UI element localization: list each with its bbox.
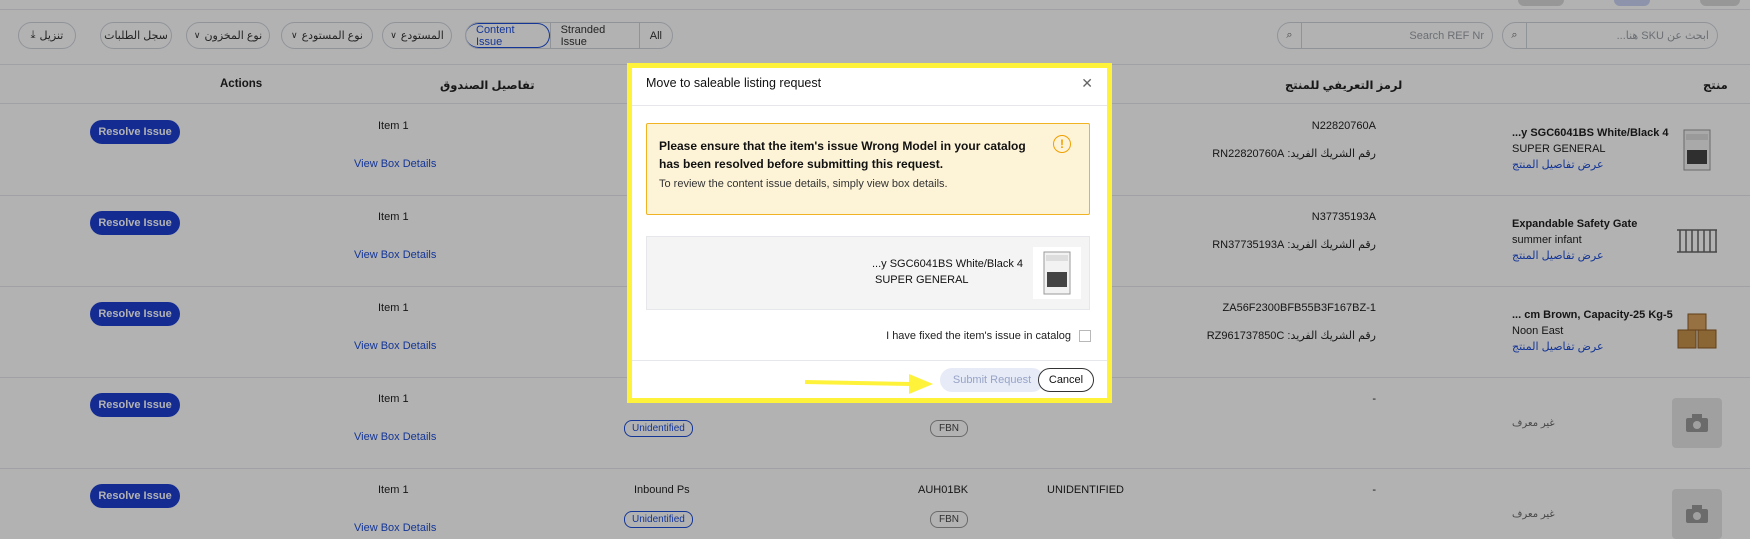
dialog-title: Move to saleable listing request (646, 76, 822, 90)
cancel-button[interactable]: Cancel (1038, 368, 1094, 392)
warning-sub-text: To review the content issue details, sim… (659, 178, 948, 190)
product-card: ...y SGC6041BS White/Black 4 SUPER GENER… (646, 236, 1090, 310)
arrow-annotation-icon (804, 374, 933, 394)
checkbox-label: I have fixed the item's issue in catalog (886, 330, 1071, 342)
fixed-issue-checkbox[interactable] (1079, 330, 1091, 342)
product-name: ...y SGC6041BS White/Black 4 (871, 258, 1023, 270)
warning-main-text: Please ensure that the item's issue Wron… (659, 139, 1026, 171)
product-image (1033, 247, 1081, 299)
product-brand: SUPER GENERAL (875, 274, 969, 286)
dialog-header: Move to saleable listing request ✕ (632, 68, 1107, 106)
warning-box: Please ensure that the item's issue Wron… (646, 123, 1090, 215)
saleable-listing-dialog: Move to saleable listing request ✕ Pleas… (632, 68, 1107, 398)
close-icon[interactable]: ✕ (1081, 75, 1093, 92)
submit-request-button[interactable]: Submit Request (940, 368, 1044, 392)
fixed-issue-checkbox-row[interactable]: I have fixed the item's issue in catalog (886, 330, 1091, 342)
warning-icon: ! (1053, 135, 1071, 153)
